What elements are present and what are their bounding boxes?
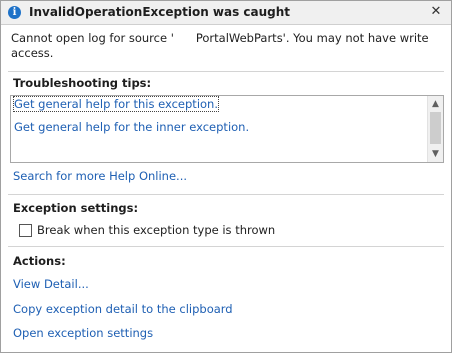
copy-exception-detail-link[interactable]: Copy exception detail to the clipboard bbox=[13, 302, 233, 316]
troubleshooting-tips-list[interactable]: Get general help for this exception. Get… bbox=[10, 95, 444, 163]
close-button[interactable]: ✕ bbox=[427, 3, 445, 21]
title-bar: i InvalidOperationException was caught ✕ bbox=[1, 1, 451, 25]
tips-scrollbar[interactable]: ▲ ▼ bbox=[427, 96, 443, 162]
tip-link-exception-help[interactable]: Get general help for this exception. bbox=[13, 96, 219, 112]
view-detail-link[interactable]: View Detail... bbox=[13, 277, 89, 291]
divider bbox=[8, 71, 444, 72]
scroll-up-arrow-icon[interactable]: ▲ bbox=[428, 97, 443, 111]
exception-assistant-dialog: i InvalidOperationException was caught ✕… bbox=[0, 0, 452, 353]
troubleshooting-heading: Troubleshooting tips: bbox=[13, 76, 152, 90]
scroll-down-arrow-icon[interactable]: ▼ bbox=[428, 147, 443, 161]
actions-heading: Actions: bbox=[13, 254, 66, 268]
break-on-throw-checkbox[interactable] bbox=[19, 224, 32, 237]
open-exception-settings-link[interactable]: Open exception settings bbox=[13, 326, 153, 340]
exception-settings-heading: Exception settings: bbox=[13, 201, 139, 215]
scroll-thumb[interactable] bbox=[430, 112, 441, 144]
search-help-online-link[interactable]: Search for more Help Online... bbox=[13, 169, 187, 183]
tip-link-inner-exception-help[interactable]: Get general help for the inner exception… bbox=[14, 120, 249, 134]
divider bbox=[8, 246, 444, 247]
exception-message: Cannot open log for source ' PortalWebPar… bbox=[11, 31, 436, 61]
info-icon: i bbox=[8, 6, 21, 19]
dialog-title: InvalidOperationException was caught bbox=[29, 5, 291, 19]
message-text-start: Cannot open log for source ' bbox=[11, 31, 174, 45]
break-on-throw-label[interactable]: Break when this exception type is thrown bbox=[37, 223, 275, 237]
redacted-text bbox=[173, 32, 196, 43]
divider bbox=[8, 194, 444, 195]
